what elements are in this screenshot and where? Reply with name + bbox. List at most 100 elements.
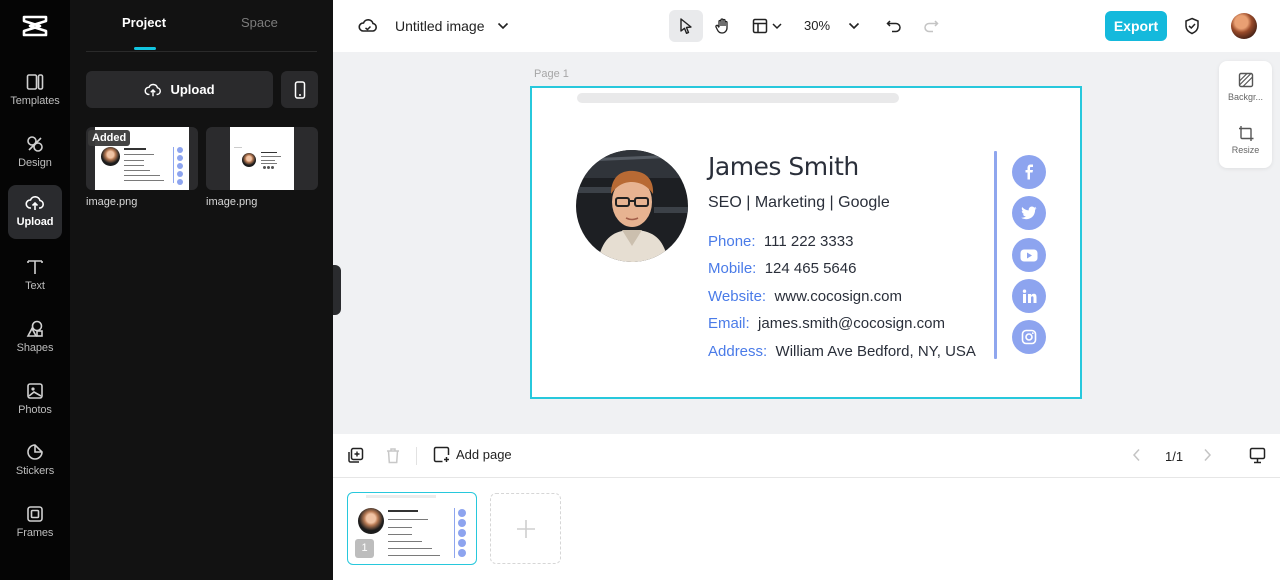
file-name: image.png: [86, 196, 138, 208]
redo-icon: [924, 20, 939, 33]
website-value: www.cocosign.com: [774, 288, 902, 305]
linkedin-icon[interactable]: [1012, 279, 1046, 313]
background-tool-button[interactable]: Backgr...: [1219, 72, 1272, 102]
signature-email-row[interactable]: Email: james.smith@cocosign.com: [708, 315, 945, 332]
undo-button[interactable]: [877, 10, 911, 42]
rail-item-stickers[interactable]: Stickers: [8, 434, 62, 488]
youtube-icon[interactable]: [1012, 238, 1046, 272]
upload-button[interactable]: Upload: [86, 71, 273, 108]
signature-mobile-row[interactable]: Mobile: 124 465 5646: [708, 260, 856, 277]
redo-button[interactable]: [914, 10, 948, 42]
file-thumbnail[interactable]: [206, 127, 318, 190]
upload-cloud-icon: [25, 196, 44, 210]
signature-name[interactable]: James Smith: [708, 152, 859, 181]
rail-item-text[interactable]: Text: [8, 249, 62, 303]
page-number-badge: 1: [355, 539, 374, 558]
rail-item-shapes[interactable]: Shapes: [8, 311, 62, 365]
page-label: Page 1: [534, 68, 569, 80]
zoom-level[interactable]: 30%: [804, 18, 830, 33]
tab-project[interactable]: Project: [122, 15, 166, 30]
text-icon: [27, 260, 43, 274]
document-title[interactable]: Untitled image: [395, 18, 485, 34]
left-rail: Templates Design Upload Text Shapes Phot…: [0, 0, 70, 580]
mobile-label: Mobile:: [708, 260, 757, 277]
profile-photo[interactable]: [576, 150, 688, 262]
top-toolbar: Untitled image 30% Export: [333, 0, 1280, 52]
templates-icon: [26, 74, 44, 90]
signature-phone-row[interactable]: Phone: 111 222 3333: [708, 233, 853, 250]
next-page-button[interactable]: [1203, 448, 1212, 467]
rail-item-design[interactable]: Design: [8, 126, 62, 180]
presentation-view-button[interactable]: [1249, 447, 1266, 469]
resize-tool-button[interactable]: Resize: [1219, 125, 1272, 155]
placeholder-bar: [577, 93, 899, 103]
rail-item-upload[interactable]: Upload: [8, 185, 62, 239]
chevron-left-icon: [1132, 448, 1140, 462]
zoom-dropdown-button[interactable]: [837, 10, 871, 42]
rail-item-label: Photos: [18, 404, 52, 416]
rail-item-label: Upload: [16, 216, 54, 228]
file-name: image.png: [206, 196, 258, 208]
design-icon: [27, 136, 43, 152]
phone-icon: [294, 80, 305, 99]
frames-icon: [27, 506, 43, 522]
rail-item-label: Frames: [16, 527, 54, 539]
file-preview: [230, 127, 294, 190]
rail-item-label: Templates: [10, 95, 60, 107]
capcut-logo[interactable]: [22, 14, 48, 38]
title-dropdown-button[interactable]: [486, 10, 520, 42]
resize-tool-label: Resize: [1231, 145, 1260, 155]
signature-website-row[interactable]: Website: www.cocosign.com: [708, 288, 902, 305]
hand-tool-button[interactable]: [706, 10, 740, 42]
previous-page-button[interactable]: [1132, 448, 1141, 467]
background-tool-label: Backgr...: [1227, 92, 1263, 102]
duplicate-icon: [348, 447, 364, 463]
delete-page-button[interactable]: [385, 447, 401, 469]
rail-item-templates[interactable]: Templates: [8, 64, 62, 118]
chevron-down-icon: [848, 22, 860, 30]
tab-space[interactable]: Space: [241, 15, 278, 30]
security-button[interactable]: [1175, 10, 1209, 42]
panel-collapse-handle[interactable]: [333, 265, 341, 315]
phone-value: 111 222 3333: [763, 233, 854, 250]
photos-icon: [27, 383, 43, 399]
rail-item-frames[interactable]: Frames: [8, 496, 62, 550]
person-photo: [576, 150, 688, 262]
facebook-icon[interactable]: [1012, 155, 1046, 189]
rail-item-label: Shapes: [16, 342, 54, 354]
hand-icon: [715, 18, 728, 34]
phone-label: Phone:: [708, 233, 756, 250]
twitter-icon[interactable]: [1012, 196, 1046, 230]
layout-menu-button[interactable]: [745, 10, 789, 42]
side-tools-panel: Backgr... Resize: [1219, 61, 1272, 168]
export-button[interactable]: Export: [1105, 11, 1167, 41]
active-tab-indicator: [134, 47, 156, 50]
select-tool-button[interactable]: [669, 10, 703, 42]
mobile-value: 124 465 5646: [764, 260, 857, 277]
plus-icon: [516, 519, 535, 538]
resize-icon: [1238, 126, 1253, 141]
cloud-icon: [358, 19, 377, 32]
add-page-icon: [433, 446, 450, 463]
address-label: Address:: [708, 343, 768, 360]
rail-item-photos[interactable]: Photos: [8, 373, 62, 427]
instagram-icon[interactable]: [1012, 320, 1046, 354]
add-page-button[interactable]: Add page: [433, 446, 512, 463]
cloud-save-button[interactable]: [351, 10, 385, 42]
email-label: Email:: [708, 315, 750, 332]
email-value: james.smith@cocosign.com: [758, 315, 945, 332]
canvas-page[interactable]: James Smith SEO | Marketing | Google Pho…: [530, 86, 1082, 399]
add-page-label: Add page: [456, 447, 512, 462]
background-icon: [1238, 72, 1253, 88]
page-counter: 1/1: [1165, 449, 1184, 464]
signature-address-row[interactable]: Address: William Ave Bedford, NY, USA: [708, 343, 976, 360]
file-thumbnail[interactable]: Added: [86, 127, 198, 190]
add-page-tile[interactable]: [490, 493, 561, 564]
upload-from-phone-button[interactable]: [281, 71, 318, 108]
signature-role[interactable]: SEO | Marketing | Google: [708, 194, 890, 212]
user-avatar[interactable]: [1231, 13, 1257, 39]
monitor-icon: [1249, 447, 1266, 464]
chevron-down-icon: [497, 22, 509, 30]
page-thumbnail[interactable]: 1: [347, 492, 477, 565]
duplicate-page-button[interactable]: [347, 447, 364, 469]
